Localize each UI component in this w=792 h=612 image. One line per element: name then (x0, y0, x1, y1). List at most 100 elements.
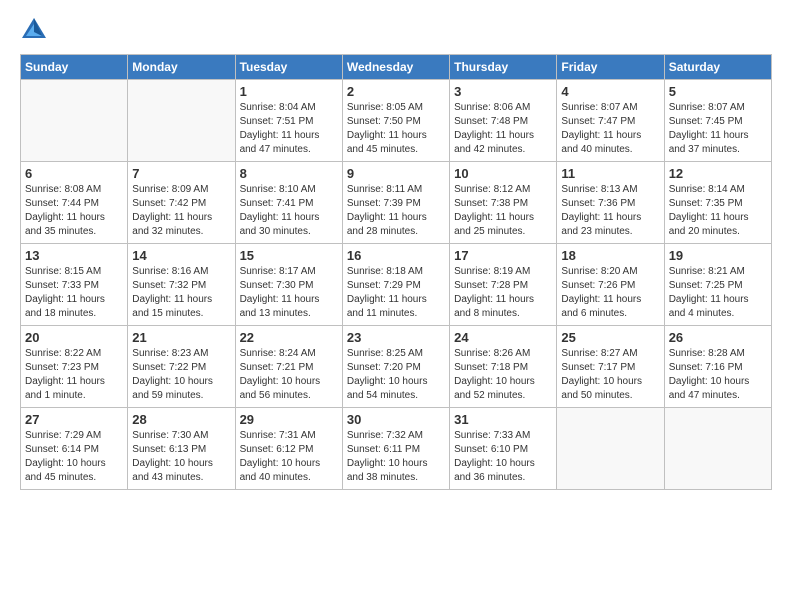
day-number: 1 (240, 84, 338, 99)
day-info: Sunrise: 8:07 AM Sunset: 7:45 PM Dayligh… (669, 101, 767, 157)
day-number: 19 (669, 248, 767, 263)
calendar-cell (21, 80, 128, 162)
calendar-cell (128, 80, 235, 162)
day-info: Sunrise: 8:24 AM Sunset: 7:21 PM Dayligh… (240, 347, 338, 403)
day-info: Sunrise: 8:15 AM Sunset: 7:33 PM Dayligh… (25, 265, 123, 321)
day-number: 2 (347, 84, 445, 99)
calendar-cell (664, 408, 771, 490)
calendar-week-4: 20 Sunrise: 8:22 AM Sunset: 7:23 PM Dayli… (21, 326, 772, 408)
day-number: 17 (454, 248, 552, 263)
header (20, 16, 772, 44)
day-info: Sunrise: 8:23 AM Sunset: 7:22 PM Dayligh… (132, 347, 230, 403)
calendar-cell: 22 Sunrise: 8:24 AM Sunset: 7:21 PM Dayli… (235, 326, 342, 408)
day-number: 4 (561, 84, 659, 99)
calendar-cell: 13 Sunrise: 8:15 AM Sunset: 7:33 PM Dayli… (21, 244, 128, 326)
day-info: Sunrise: 8:08 AM Sunset: 7:44 PM Dayligh… (25, 183, 123, 239)
day-info: Sunrise: 8:14 AM Sunset: 7:35 PM Dayligh… (669, 183, 767, 239)
calendar-cell: 9 Sunrise: 8:11 AM Sunset: 7:39 PM Daylig… (342, 162, 449, 244)
day-info: Sunrise: 8:13 AM Sunset: 7:36 PM Dayligh… (561, 183, 659, 239)
calendar-cell: 27 Sunrise: 7:29 AM Sunset: 6:14 PM Dayli… (21, 408, 128, 490)
day-info: Sunrise: 8:16 AM Sunset: 7:32 PM Dayligh… (132, 265, 230, 321)
day-number: 9 (347, 166, 445, 181)
day-number: 22 (240, 330, 338, 345)
day-number: 10 (454, 166, 552, 181)
calendar-cell: 11 Sunrise: 8:13 AM Sunset: 7:36 PM Dayli… (557, 162, 664, 244)
day-info: Sunrise: 8:18 AM Sunset: 7:29 PM Dayligh… (347, 265, 445, 321)
day-number: 26 (669, 330, 767, 345)
calendar-cell: 2 Sunrise: 8:05 AM Sunset: 7:50 PM Daylig… (342, 80, 449, 162)
day-info: Sunrise: 8:19 AM Sunset: 7:28 PM Dayligh… (454, 265, 552, 321)
day-info: Sunrise: 8:27 AM Sunset: 7:17 PM Dayligh… (561, 347, 659, 403)
day-info: Sunrise: 8:11 AM Sunset: 7:39 PM Dayligh… (347, 183, 445, 239)
day-number: 30 (347, 412, 445, 427)
calendar-cell: 24Sunrise: 8:26 AM Sunset: 7:18 PM Dayli… (450, 326, 557, 408)
calendar-cell: 19 Sunrise: 8:21 AM Sunset: 7:25 PM Dayli… (664, 244, 771, 326)
calendar-cell: 31 Sunrise: 7:33 AM Sunset: 6:10 PM Dayli… (450, 408, 557, 490)
day-info: Sunrise: 8:10 AM Sunset: 7:41 PM Dayligh… (240, 183, 338, 239)
day-number: 28 (132, 412, 230, 427)
calendar-cell: 12 Sunrise: 8:14 AM Sunset: 7:35 PM Dayli… (664, 162, 771, 244)
day-number: 24 (454, 330, 552, 345)
day-number: 15 (240, 248, 338, 263)
calendar-cell: 28 Sunrise: 7:30 AM Sunset: 6:13 PM Dayli… (128, 408, 235, 490)
day-number: 16 (347, 248, 445, 263)
day-number: 6 (25, 166, 123, 181)
day-info: Sunrise: 8:12 AM Sunset: 7:38 PM Dayligh… (454, 183, 552, 239)
weekday-header-friday: Friday (557, 55, 664, 80)
day-info: Sunrise: 8:05 AM Sunset: 7:50 PM Dayligh… (347, 101, 445, 157)
day-info: Sunrise: 8:22 AM Sunset: 7:23 PM Dayligh… (25, 347, 123, 403)
day-number: 5 (669, 84, 767, 99)
day-info: Sunrise: 7:29 AM Sunset: 6:14 PM Dayligh… (25, 429, 123, 485)
calendar-cell: 25Sunrise: 8:27 AM Sunset: 7:17 PM Dayli… (557, 326, 664, 408)
day-info: Sunrise: 8:07 AM Sunset: 7:47 PM Dayligh… (561, 101, 659, 157)
calendar-week-3: 13 Sunrise: 8:15 AM Sunset: 7:33 PM Dayli… (21, 244, 772, 326)
calendar-table: SundayMondayTuesdayWednesdayThursdayFrid… (20, 54, 772, 490)
calendar-cell: 8 Sunrise: 8:10 AM Sunset: 7:41 PM Daylig… (235, 162, 342, 244)
day-info: Sunrise: 8:25 AM Sunset: 7:20 PM Dayligh… (347, 347, 445, 403)
day-number: 23 (347, 330, 445, 345)
day-info: Sunrise: 8:28 AM Sunset: 7:16 PM Dayligh… (669, 347, 767, 403)
day-number: 12 (669, 166, 767, 181)
day-number: 7 (132, 166, 230, 181)
calendar-cell: 26 Sunrise: 8:28 AM Sunset: 7:16 PM Dayli… (664, 326, 771, 408)
day-number: 21 (132, 330, 230, 345)
weekday-header-saturday: Saturday (664, 55, 771, 80)
day-number: 29 (240, 412, 338, 427)
weekday-header-wednesday: Wednesday (342, 55, 449, 80)
calendar-cell: 21 Sunrise: 8:23 AM Sunset: 7:22 PM Dayli… (128, 326, 235, 408)
day-number: 8 (240, 166, 338, 181)
day-number: 20 (25, 330, 123, 345)
day-info: Sunrise: 8:06 AM Sunset: 7:48 PM Dayligh… (454, 101, 552, 157)
calendar-week-5: 27 Sunrise: 7:29 AM Sunset: 6:14 PM Dayli… (21, 408, 772, 490)
calendar-cell: 30 Sunrise: 7:32 AM Sunset: 6:11 PM Dayli… (342, 408, 449, 490)
weekday-header-sunday: Sunday (21, 55, 128, 80)
logo (20, 16, 52, 44)
calendar-cell (557, 408, 664, 490)
day-number: 14 (132, 248, 230, 263)
page: SundayMondayTuesdayWednesdayThursdayFrid… (0, 0, 792, 612)
calendar-cell: 10 Sunrise: 8:12 AM Sunset: 7:38 PM Dayli… (450, 162, 557, 244)
weekday-header-thursday: Thursday (450, 55, 557, 80)
logo-icon (20, 16, 48, 44)
day-info: Sunrise: 7:32 AM Sunset: 6:11 PM Dayligh… (347, 429, 445, 485)
day-number: 11 (561, 166, 659, 181)
day-info: Sunrise: 8:04 AM Sunset: 7:51 PM Dayligh… (240, 101, 338, 157)
weekday-header-row: SundayMondayTuesdayWednesdayThursdayFrid… (21, 55, 772, 80)
weekday-header-monday: Monday (128, 55, 235, 80)
calendar-cell: 20 Sunrise: 8:22 AM Sunset: 7:23 PM Dayli… (21, 326, 128, 408)
day-info: Sunrise: 8:21 AM Sunset: 7:25 PM Dayligh… (669, 265, 767, 321)
calendar-cell: 23 Sunrise: 8:25 AM Sunset: 7:20 PM Dayli… (342, 326, 449, 408)
day-number: 31 (454, 412, 552, 427)
calendar-cell: 3Sunrise: 8:06 AM Sunset: 7:48 PM Daylig… (450, 80, 557, 162)
day-info: Sunrise: 7:30 AM Sunset: 6:13 PM Dayligh… (132, 429, 230, 485)
day-number: 18 (561, 248, 659, 263)
calendar-cell: 7Sunrise: 8:09 AM Sunset: 7:42 PM Daylig… (128, 162, 235, 244)
day-info: Sunrise: 8:17 AM Sunset: 7:30 PM Dayligh… (240, 265, 338, 321)
day-number: 13 (25, 248, 123, 263)
day-number: 27 (25, 412, 123, 427)
calendar-cell: 6 Sunrise: 8:08 AM Sunset: 7:44 PM Daylig… (21, 162, 128, 244)
weekday-header-tuesday: Tuesday (235, 55, 342, 80)
day-info: Sunrise: 7:33 AM Sunset: 6:10 PM Dayligh… (454, 429, 552, 485)
calendar-week-2: 6 Sunrise: 8:08 AM Sunset: 7:44 PM Daylig… (21, 162, 772, 244)
calendar-cell: 18Sunrise: 8:20 AM Sunset: 7:26 PM Dayli… (557, 244, 664, 326)
